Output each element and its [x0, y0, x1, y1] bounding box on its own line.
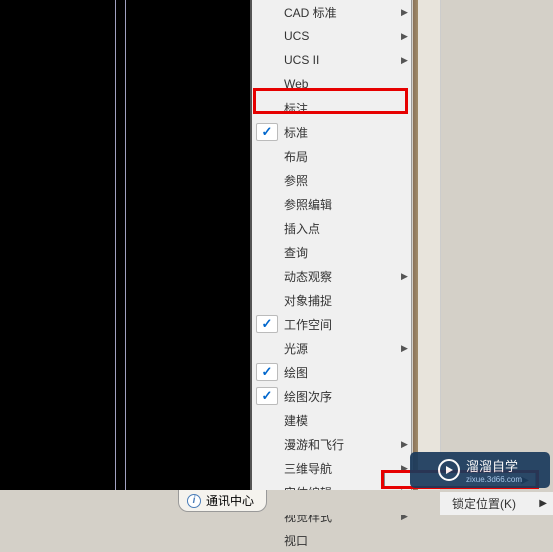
menu-item-label: 建模: [284, 412, 401, 429]
menu-item-label: 标注: [284, 100, 401, 117]
menu-item-label: Web: [284, 77, 401, 91]
menu-item-label: 对象捕捉: [284, 292, 401, 309]
menu-item[interactable]: 动态观察▶: [252, 264, 411, 288]
menu-item[interactable]: 建模▶: [252, 408, 411, 432]
menu-item[interactable]: 漫游和飞行▶: [252, 432, 411, 456]
chevron-right-icon: ▶: [401, 439, 411, 450]
menu-item-label: 绘图次序: [284, 388, 401, 405]
chevron-right-icon: ▶: [401, 343, 411, 354]
menu-item-label: 漫游和飞行: [284, 436, 401, 453]
menu-item-label: 光源: [284, 340, 401, 357]
menu-item[interactable]: ✓绘图次序▶: [252, 384, 411, 408]
comm-center-label: 通讯中心: [206, 492, 254, 509]
menu-item[interactable]: 视口▶: [252, 528, 411, 552]
menu-item[interactable]: 参照▶: [252, 168, 411, 192]
canvas-guide-line: [125, 0, 126, 490]
check-icon: ✓: [262, 364, 273, 380]
submenu-lock-position[interactable]: 锁定位置(K) ▶: [440, 492, 553, 515]
menu-item-label: 工作空间: [284, 316, 401, 333]
chevron-right-icon: ▶: [401, 31, 411, 42]
chevron-right-icon: ▶: [401, 271, 411, 282]
play-icon: [438, 459, 460, 481]
menu-item-label: UCS II: [284, 53, 401, 67]
context-menu: CAD 标准▶UCS▶UCS II▶Web▶标注▶✓标准▶布局▶参照▶参照编辑▶…: [252, 0, 412, 515]
menu-item-label: CAD 标准: [284, 4, 401, 21]
menu-item[interactable]: Web▶: [252, 72, 411, 96]
menu-item[interactable]: 布局▶: [252, 144, 411, 168]
menu-item-label: 标准: [284, 124, 401, 141]
menu-item-label: 参照编辑: [284, 196, 401, 213]
menu-item[interactable]: CAD 标准▶: [252, 0, 411, 24]
menu-item-label: 绘图: [284, 364, 401, 381]
menu-item[interactable]: 对象捕捉▶: [252, 288, 411, 312]
menu-item[interactable]: 标注▶: [252, 96, 411, 120]
menu-item-label: 参照: [284, 172, 401, 189]
watermark-brand: 溜溜自学: [466, 456, 522, 475]
chevron-right-icon: ▶: [401, 55, 411, 66]
menu-item[interactable]: UCS II▶: [252, 48, 411, 72]
menu-item[interactable]: 插入点▶: [252, 216, 411, 240]
menu-item-label: 插入点: [284, 220, 401, 237]
watermark-url: zixue.3d66.com: [466, 475, 522, 484]
checkbox: ✓: [256, 123, 278, 141]
info-icon: i: [187, 494, 201, 508]
checkbox: ✓: [256, 363, 278, 381]
menu-item[interactable]: 光源▶: [252, 336, 411, 360]
panel-accent: [413, 0, 418, 490]
menu-item[interactable]: ✓标准▶: [252, 120, 411, 144]
watermark-badge: 溜溜自学 zixue.3d66.com: [410, 452, 550, 488]
menu-item-label: 视口: [284, 532, 401, 549]
menu-item[interactable]: ✓绘图▶: [252, 360, 411, 384]
check-icon: ✓: [262, 124, 273, 140]
menu-item[interactable]: UCS▶: [252, 24, 411, 48]
chevron-right-icon: ▶: [401, 7, 411, 18]
chevron-right-icon: ▶: [539, 498, 547, 509]
checkbox: ✓: [256, 387, 278, 405]
check-icon: ✓: [262, 316, 273, 332]
comm-center-tab[interactable]: i 通讯中心: [178, 490, 267, 512]
menu-item[interactable]: ✓工作空间▶: [252, 312, 411, 336]
menu-item-label: 布局: [284, 148, 401, 165]
checkbox: ✓: [256, 315, 278, 333]
submenu-label: 锁定位置(K): [452, 495, 516, 512]
drawing-canvas[interactable]: [0, 0, 250, 490]
menu-item[interactable]: 参照编辑▶: [252, 192, 411, 216]
check-icon: ✓: [262, 388, 273, 404]
canvas-guide-line: [115, 0, 116, 490]
menu-item-label: 查询: [284, 244, 401, 261]
menu-item-label: UCS: [284, 29, 401, 43]
menu-item-label: 动态观察: [284, 268, 401, 285]
menu-item[interactable]: 查询▶: [252, 240, 411, 264]
